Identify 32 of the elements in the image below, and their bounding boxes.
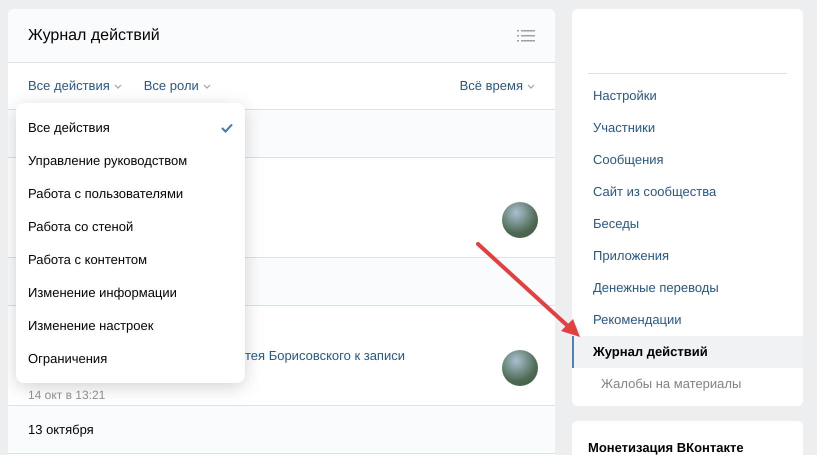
panel-title: Журнал действий xyxy=(28,26,160,46)
list-icon[interactable] xyxy=(517,28,535,42)
avatar-image xyxy=(502,350,538,386)
dropdown-item[interactable]: Изменение настроек xyxy=(16,309,245,342)
dropdown-item[interactable]: Ограничения xyxy=(16,342,245,375)
dropdown-item[interactable]: Работа со стеной xyxy=(16,210,245,243)
dropdown-item[interactable]: Работа с пользователями xyxy=(16,177,245,210)
chevron-down-icon xyxy=(202,84,211,88)
card-title: Монетизация ВКонтакте xyxy=(588,440,744,455)
sidebar-item[interactable]: Сайт из сообщества xyxy=(572,176,803,208)
avatar-image xyxy=(502,202,538,238)
filter-dropdown[interactable]: Всё время xyxy=(460,76,535,96)
sidebar-item[interactable]: Рекомендации xyxy=(572,304,803,336)
entry-text: тея Борисовского к записи xyxy=(245,347,405,365)
sidebar-item[interactable]: Жалобы на материалы xyxy=(572,368,803,400)
chevron-down-icon xyxy=(114,84,122,88)
date-label: 13 октября xyxy=(28,420,94,439)
sidebar-item[interactable]: Сообщения xyxy=(572,144,803,176)
filter-dropdown[interactable]: Все действия xyxy=(28,76,122,96)
sidebar-item[interactable]: Участники xyxy=(572,112,803,144)
dropdown-item[interactable]: Все действия xyxy=(16,111,245,144)
sidebar-item[interactable]: Денежные переводы xyxy=(572,272,803,304)
sidebar-item[interactable]: Журнал действий xyxy=(572,336,803,368)
dropdown-item[interactable]: Работа с контентом xyxy=(16,243,245,276)
sidebar-item[interactable]: Беседы xyxy=(572,208,803,240)
sidebar-item[interactable]: Настройки xyxy=(572,80,803,112)
chevron-down-icon xyxy=(527,84,535,88)
sidebar-item[interactable]: Приложения xyxy=(572,240,803,272)
entry-time: 14 окт в 13:21 xyxy=(28,387,106,404)
dropdown-item[interactable]: Управление руководством xyxy=(16,144,245,177)
filter-dropdown[interactable]: Все роли xyxy=(144,76,211,96)
dropdown-item[interactable]: Изменение информации xyxy=(16,276,245,309)
